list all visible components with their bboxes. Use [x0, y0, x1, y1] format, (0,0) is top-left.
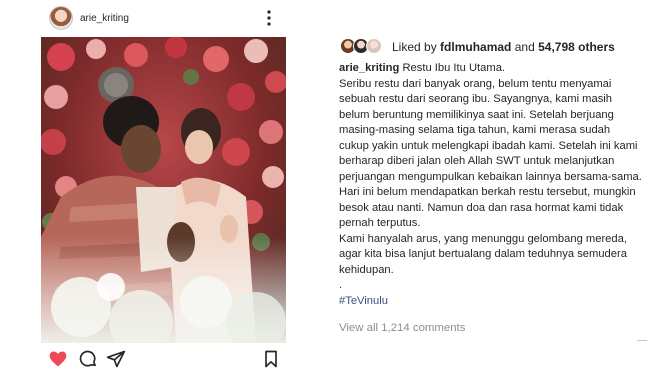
liker-username[interactable]: fdlmuhamad: [440, 40, 511, 54]
likes-prefix: Liked by: [392, 40, 437, 54]
caption-line: besok atau nanti. Namun doa dan rasa hor…: [339, 201, 624, 214]
likes-connector: and: [514, 40, 535, 54]
caption-line: Seribu restu dari banyak orang, belum te…: [339, 77, 612, 90]
post-username[interactable]: arie_kriting: [80, 13, 129, 24]
caption-line: Hari ini belum mendapatkan berkah restu …: [339, 186, 636, 198]
caption-line: masing-masing selama tiga tahun, kami me…: [339, 124, 611, 136]
caption-line: berharap diberi jalan oleh Allah SWT unt…: [339, 155, 615, 167]
caption-line: pernah terputus.: [339, 217, 421, 229]
caption-title: Restu Ibu Itu Utama.: [402, 62, 506, 74]
more-options-icon[interactable]: [262, 9, 276, 27]
liker-avatar[interactable]: [366, 38, 382, 54]
likes-count[interactable]: 54,798 others: [538, 40, 615, 54]
post-photo[interactable]: [41, 37, 286, 343]
caption-line: belum beruntung memilikinya saat ini. Se…: [339, 108, 614, 121]
caption-line: agar kita bisa lanjut bertualang dalam t…: [339, 248, 627, 260]
bookmark-icon[interactable]: [261, 349, 281, 369]
caption-line: .: [339, 279, 343, 291]
caption-line: perjuangan mengumpulkan kebaikan lainnya…: [339, 170, 642, 183]
caption-line: Kami hanyalah arus, yang menunggu gelomb…: [339, 232, 627, 245]
caption-line: sebuah restu dari seorang ibu. Sayangnya…: [339, 93, 613, 105]
caption-hashtag[interactable]: #TeVinulu: [339, 295, 388, 307]
comment-icon[interactable]: [78, 349, 98, 369]
user-avatar[interactable]: [49, 6, 73, 30]
caption-line: kehidupan.: [339, 263, 394, 276]
heart-filled-icon[interactable]: [48, 349, 68, 369]
send-icon[interactable]: [106, 349, 126, 369]
post-actions-bar: [48, 349, 283, 369]
divider: [637, 340, 647, 341]
caption-line: cukup yakin untuk melengkapi ibadah kami…: [339, 139, 638, 152]
post-card: arie_kriting: [0, 0, 300, 374]
view-all-comments-link[interactable]: View all 1,214 comments: [339, 322, 465, 334]
likes-summary: Liked by fdlmuhamad and 54,798 others: [392, 40, 615, 54]
caption-username[interactable]: arie_kriting: [339, 62, 399, 74]
post-caption: arie_kriting Restu Ibu Itu Utama. Seribu…: [339, 61, 659, 309]
likes-row: Liked by fdlmuhamad and 54,798 others: [340, 38, 660, 56]
